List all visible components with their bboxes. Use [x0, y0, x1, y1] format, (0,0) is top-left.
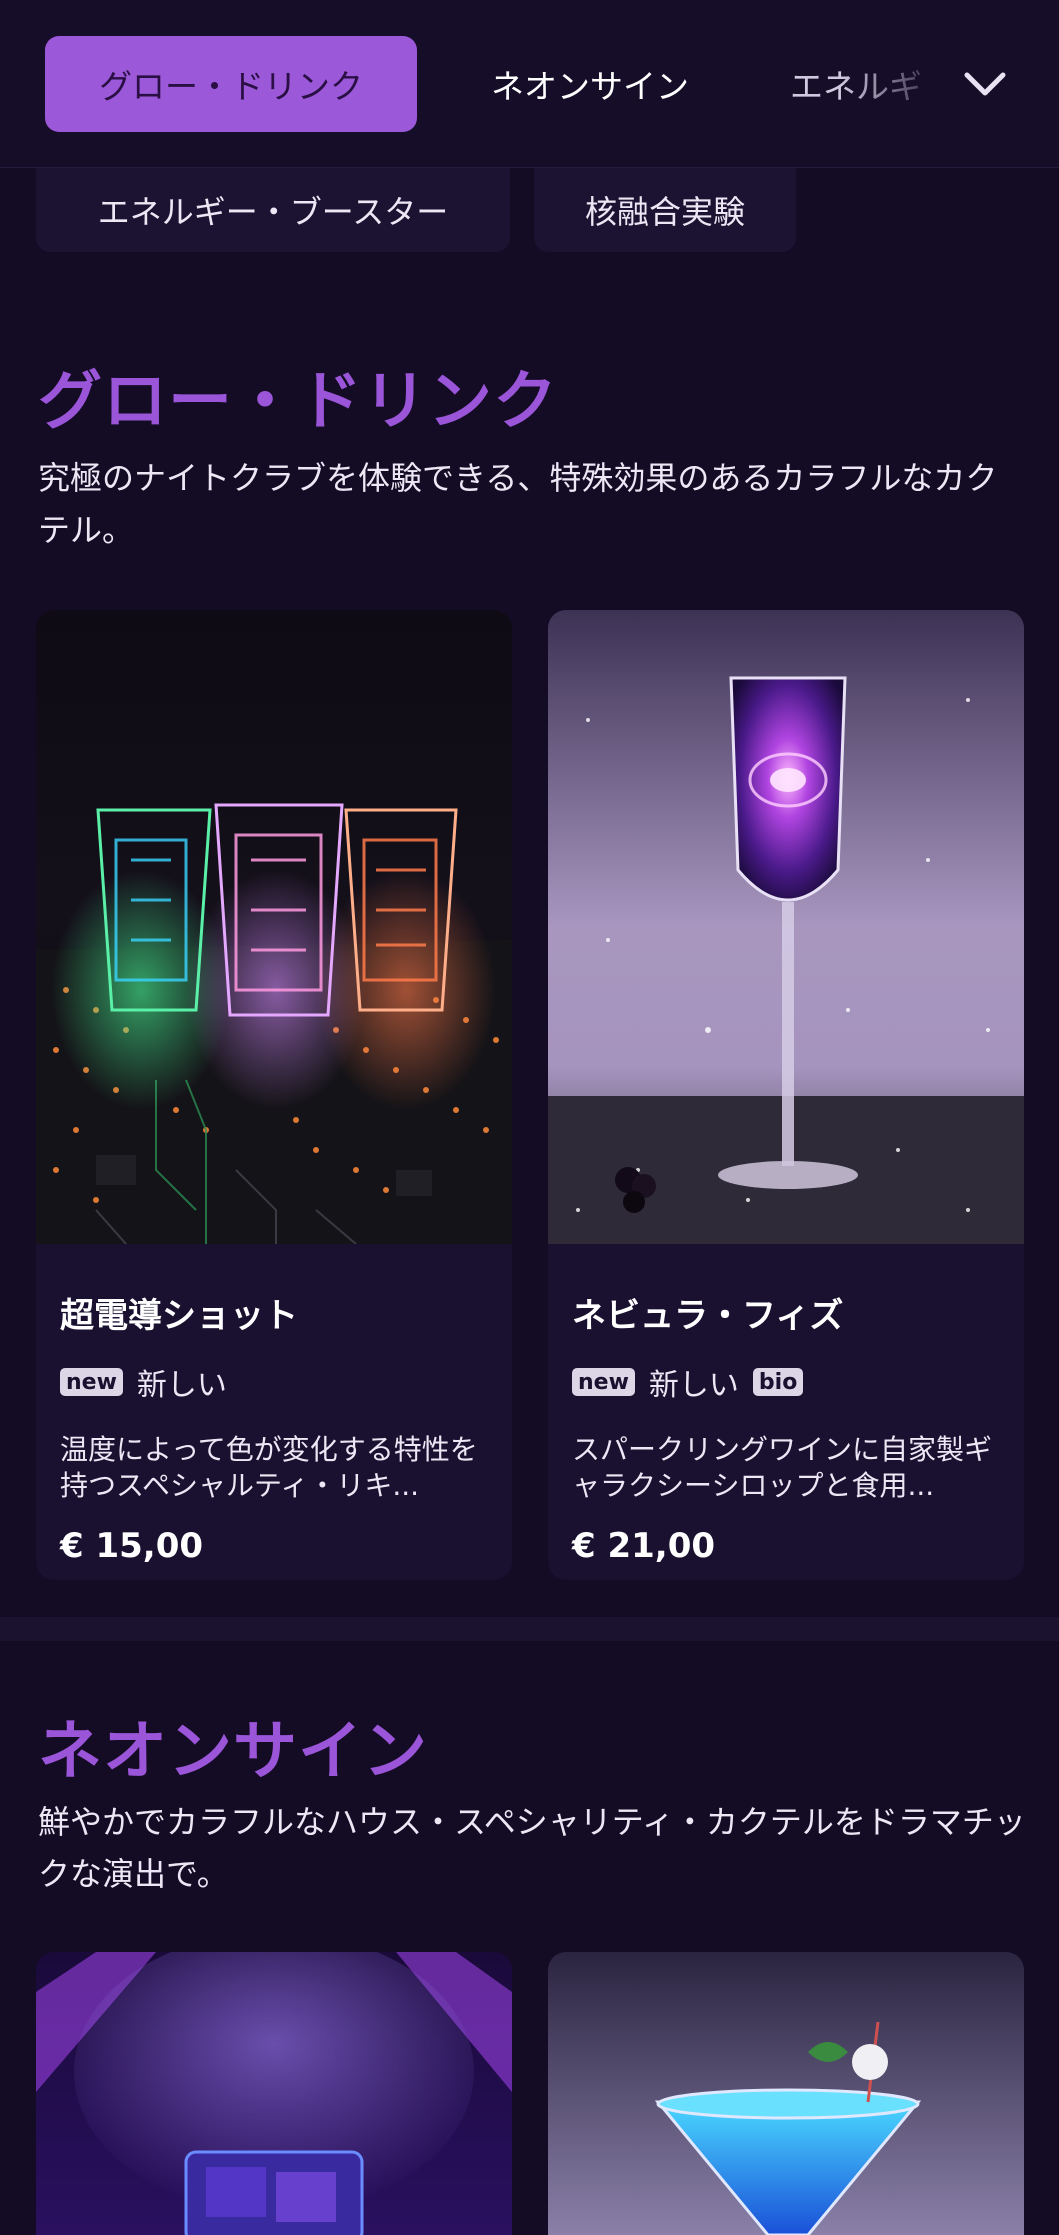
drink-image: [548, 1952, 1024, 2235]
drink-image: [36, 610, 512, 1244]
item-description: スパークリングワインに自家製ギャラクシーシロップと食用...: [572, 1433, 993, 1502]
item-price: € 21,00: [572, 1526, 716, 1566]
menu-item-card[interactable]: [36, 1952, 512, 2235]
item-badges: new 新しい: [60, 1362, 227, 1403]
section-description-neon-signs: 鮮やかでカラフルなハウス・スペシャリティ・カクテルをドラマチックな演出で。: [38, 1803, 1026, 1893]
section-title-neon-signs: ネオンサイン: [38, 1715, 428, 1789]
item-name: 超電導ショット: [60, 1296, 298, 1336]
menu-item-card[interactable]: [548, 1952, 1024, 2235]
tab-glow-drinks[interactable]: グロー・ドリンク: [45, 36, 417, 132]
item-badges: new 新しい bio: [572, 1362, 804, 1403]
new-badge: new: [572, 1368, 635, 1396]
chip-fusion-experiment[interactable]: 核融合実験: [534, 168, 796, 252]
new-badge-text: 新しい: [648, 1368, 739, 1403]
section-description-glow-drinks: 究極のナイトクラブを体験できる、特殊効果のあるカラフルなカクテル。: [38, 459, 998, 549]
item-price: € 15,00: [60, 1526, 204, 1566]
section-divider: [0, 1617, 1059, 1641]
new-badge: new: [60, 1368, 123, 1396]
tab-neon-signs[interactable]: ネオンサイン: [455, 36, 725, 132]
new-badge-text: 新しい: [136, 1368, 227, 1403]
item-name: ネビュラ・フィズ: [572, 1296, 844, 1336]
menu-page: グロー・ドリンク ネオンサイン エネルギ エネルギー・ブースター 核融合実験 グ…: [0, 0, 1059, 2235]
menu-item-card[interactable]: ネビュラ・フィズ new 新しい bio スパークリングワインに自家製ギャラクシ…: [548, 610, 1024, 1580]
chip-energy-booster[interactable]: エネルギー・ブースター: [36, 168, 510, 252]
item-description: 温度によって色が変化する特性を持つスペシャルティ・リキ...: [60, 1433, 478, 1502]
tab-energy-boosters[interactable]: エネルギ: [790, 36, 960, 132]
bio-badge: bio: [752, 1368, 804, 1396]
menu-item-card[interactable]: 超電導ショット new 新しい 温度によって色が変化する特性を持つスペシャルティ…: [36, 610, 512, 1580]
section-title-glow-drinks: グロー・ドリンク: [38, 365, 558, 439]
drink-image: [548, 610, 1024, 1244]
drink-image: [36, 1952, 512, 2235]
category-tab-bar: グロー・ドリンク ネオンサイン エネルギ: [0, 0, 1059, 168]
chevron-down-icon[interactable]: [960, 62, 1010, 108]
